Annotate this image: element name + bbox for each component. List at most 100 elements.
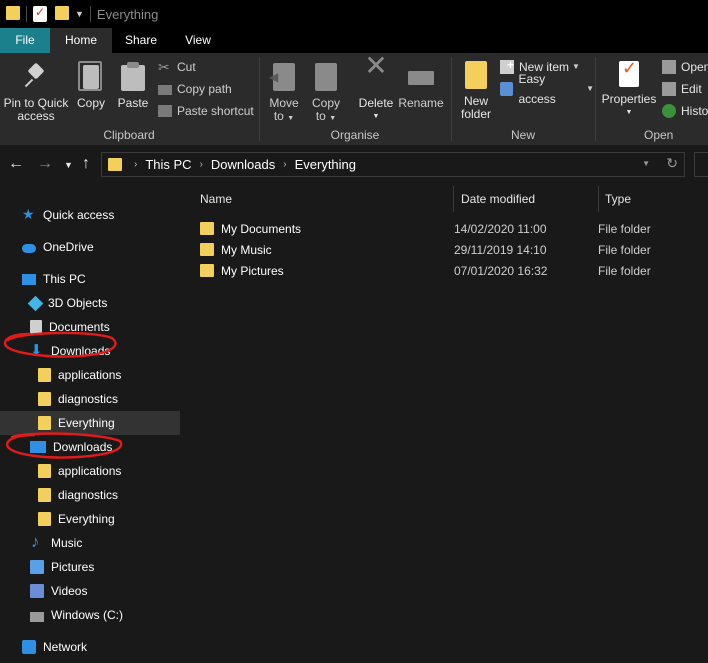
sidebar-item-onedrive[interactable]: OneDrive <box>0 235 180 259</box>
sidebar-item-everything[interactable]: Everything <box>0 411 180 435</box>
scissors-icon <box>158 57 172 77</box>
tab-file[interactable]: File <box>0 28 50 53</box>
sidebar-item-documents[interactable]: Documents <box>0 315 180 339</box>
breadcrumb-this-pc[interactable]: This PC <box>145 157 191 172</box>
easy-access-button[interactable]: Easy access ▼ <box>500 72 594 106</box>
up-arrow-icon[interactable]: ↑ <box>82 155 90 173</box>
delete-x-icon <box>361 59 391 91</box>
move-to-button[interactable]: Move to ▼ <box>266 61 302 125</box>
file-date: 07/01/2020 16:32 <box>454 263 548 278</box>
breadcrumb-everything[interactable]: Everything <box>295 157 356 172</box>
sidebar-item-label: Network <box>43 640 88 654</box>
paste-shortcut-label: Paste shortcut <box>177 104 254 118</box>
tab-home[interactable]: Home <box>50 28 112 53</box>
table-row[interactable]: My Documents 14/02/2020 11:00 File folde… <box>200 218 708 239</box>
column-header-type[interactable]: Type <box>605 184 631 214</box>
folder-icon <box>38 392 51 406</box>
folder-icon <box>38 368 51 382</box>
navigation-bar: ← → ▼ ↑ › This PC › Downloads › Everythi… <box>0 146 708 184</box>
sidebar-item-label: Windows (C:) <box>51 608 124 622</box>
file-list: Name Date modified Type My Documents 14/… <box>180 184 708 663</box>
pictures-folder-icon <box>200 264 214 277</box>
chevron-right-icon[interactable]: › <box>200 159 203 170</box>
sidebar-item-label: diagnostics <box>58 392 119 406</box>
sidebar-item-videos[interactable]: Videos <box>0 579 180 603</box>
network-icon <box>22 640 36 654</box>
edit-button[interactable]: Edit <box>662 79 702 99</box>
sidebar-item-pictures[interactable]: Pictures <box>0 555 180 579</box>
open-group: Properties ▼ Open Edit Histor Open <box>596 53 708 146</box>
table-row[interactable]: My Music 29/11/2019 14:10 File folder <box>200 239 708 260</box>
back-arrow-icon[interactable]: ← <box>8 155 24 173</box>
new-folder-icon[interactable] <box>55 6 69 22</box>
address-bar[interactable]: › This PC › Downloads › Everything ▼ ↻ <box>101 152 685 177</box>
cloud-icon <box>22 244 36 253</box>
sidebar-item-label: diagnostics <box>58 488 119 502</box>
sidebar-item-this-pc[interactable]: This PC <box>0 267 180 291</box>
new-folder-button[interactable]: New folder <box>456 61 496 121</box>
sidebar-item-network[interactable]: Network <box>0 635 180 659</box>
chevron-down-icon[interactable]: ▼ <box>642 159 650 168</box>
file-type: File folder <box>598 242 651 257</box>
chevron-right-icon[interactable]: › <box>283 159 286 170</box>
sidebar-item-label: applications <box>58 368 122 382</box>
sidebar-item-applications-2[interactable]: applications <box>0 459 180 483</box>
search-box[interactable] <box>694 152 708 177</box>
file-date: 14/02/2020 11:00 <box>454 221 547 236</box>
history-button[interactable]: Histor <box>662 101 708 121</box>
clipboard-group: Pin to Quick access Copy Paste Cut Copy … <box>0 53 258 146</box>
delete-label: Delete <box>358 96 394 110</box>
properties-label: Properties <box>601 92 657 106</box>
sidebar-item-3d-objects[interactable]: 3D Objects <box>0 291 180 315</box>
column-header-name[interactable]: Name <box>200 184 232 214</box>
chevron-down-icon[interactable]: ▼ <box>75 9 84 19</box>
cut-button[interactable]: Cut <box>158 57 196 77</box>
tab-share[interactable]: Share <box>112 28 170 53</box>
divider <box>89 6 91 22</box>
sidebar-item-diagnostics-2[interactable]: diagnostics <box>0 483 180 507</box>
chevron-down-icon: ▼ <box>625 109 633 116</box>
chevron-right-icon[interactable]: › <box>134 159 137 170</box>
folder-icon <box>108 158 122 171</box>
ribbon: Pin to Quick access Copy Paste Cut Copy … <box>0 53 708 146</box>
refresh-icon[interactable]: ↻ <box>666 155 678 172</box>
sidebar-item-everything-2[interactable]: Everything <box>0 507 180 531</box>
drive-icon <box>30 611 44 622</box>
properties-button[interactable]: Properties ▼ <box>600 61 658 119</box>
organise-group: Move to ▼ Copy to ▼ Delete ▼ Rename Orga… <box>260 53 450 146</box>
copy-to-button[interactable]: Copy to ▼ <box>308 61 344 125</box>
properties-check-icon[interactable] <box>33 5 47 22</box>
recent-locations-chevron-icon[interactable]: ▼ <box>64 160 73 170</box>
paste-shortcut-button[interactable]: Paste shortcut <box>158 101 254 121</box>
breadcrumb-downloads[interactable]: Downloads <box>211 157 275 172</box>
table-row[interactable]: My Pictures 07/01/2020 16:32 File folder <box>200 260 708 281</box>
column-header-date-modified[interactable]: Date modified <box>461 184 535 214</box>
copy-path-icon <box>158 85 172 95</box>
sidebar-item-quick-access[interactable]: Quick access <box>0 203 180 227</box>
rename-button[interactable]: Rename <box>398 61 444 110</box>
cut-label: Cut <box>177 60 196 74</box>
forward-arrow-icon[interactable]: → <box>37 155 53 173</box>
sidebar-item-downloads[interactable]: Downloads <box>0 339 180 363</box>
sidebar-item-applications[interactable]: applications <box>0 363 180 387</box>
delete-button[interactable]: Delete ▼ <box>358 59 394 123</box>
chevron-down-icon: ▼ <box>586 84 594 93</box>
tab-view[interactable]: View <box>170 28 226 53</box>
sidebar-item-downloads-2[interactable]: Downloads <box>0 435 180 459</box>
copy-path-button[interactable]: Copy path <box>158 79 232 99</box>
paste-button[interactable]: Paste <box>114 61 152 110</box>
sidebar-item-label: Documents <box>49 320 110 334</box>
sidebar-item-music[interactable]: Music <box>0 531 180 555</box>
edit-label: Edit <box>681 82 702 96</box>
pin-to-quick-access-button[interactable]: Pin to Quick access <box>2 61 70 123</box>
open-icon <box>662 60 676 74</box>
divider <box>453 186 454 212</box>
sidebar-item-windows-c[interactable]: Windows (C:) <box>0 603 180 627</box>
sidebar-item-diagnostics[interactable]: diagnostics <box>0 387 180 411</box>
new-group-label: New <box>510 128 535 142</box>
chevron-down-icon: ▼ <box>372 113 380 120</box>
copy-button[interactable]: Copy <box>74 61 108 110</box>
pc-icon <box>22 273 36 285</box>
open-button[interactable]: Open <box>662 57 708 77</box>
new-folder-label-2: folder <box>460 107 492 121</box>
